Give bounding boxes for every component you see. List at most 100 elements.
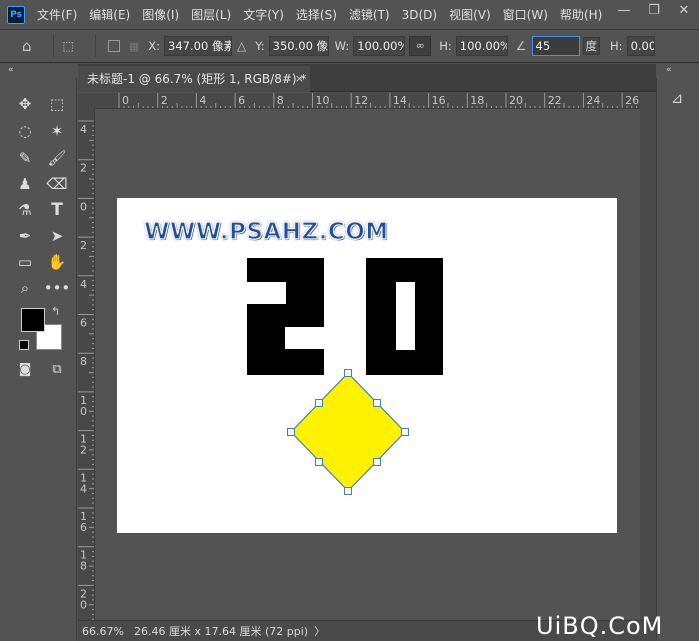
eyedropper-icon[interactable]: ✎: [10, 146, 40, 170]
close-button[interactable]: ✕: [669, 0, 699, 24]
pen-icon[interactable]: ✒: [10, 224, 40, 248]
options-bar: ⌂ ⬚ ▦ X: 347.00 像素 △ Y: 350.00 像素 W: 100…: [0, 30, 699, 63]
collapse-right-panel-icon[interactable]: «: [666, 64, 672, 78]
ruler-tick-label: 6: [80, 521, 87, 534]
menu-filter[interactable]: 滤镜(T): [343, 6, 396, 23]
h-skew-label: H:: [610, 39, 623, 53]
properties-icon[interactable]: ⊿: [667, 88, 687, 108]
transform-handle[interactable]: [344, 487, 352, 495]
ruler-tick-label: 6: [238, 94, 245, 107]
transform-handle[interactable]: [373, 399, 381, 407]
horizontal-ruler[interactable]: 0 2 4 6 8 10 12 14 16 18 20 22 24 26: [95, 93, 640, 109]
transform-handle[interactable]: [373, 458, 381, 466]
ruler-tick-label: 2: [80, 239, 87, 252]
quick-mask-icon[interactable]: ◙: [10, 358, 40, 382]
brush-icon[interactable]: 🖌: [42, 146, 72, 170]
ruler-tick-label: 2: [161, 94, 168, 107]
ruler-tick-label: 4: [80, 123, 87, 136]
ruler-tick-label: 4: [199, 94, 206, 107]
angle-unit-label: 度: [582, 37, 601, 55]
reference-point-checkbox[interactable]: [107, 40, 120, 52]
menu-file[interactable]: 文件(F): [31, 6, 83, 23]
move-icon[interactable]: ✥: [10, 92, 40, 116]
ruler-tick-label: 10: [316, 94, 330, 107]
foreground-color-swatch[interactable]: [21, 308, 45, 332]
photoshop-logo-icon[interactable]: Ps: [7, 5, 25, 24]
rotated-rectangle-layer[interactable]: [280, 365, 416, 501]
watermark-text: WWW.PSAHZ.COM: [143, 218, 389, 245]
transform-handle[interactable]: [315, 399, 323, 407]
h-skew-input[interactable]: 0.00: [626, 36, 655, 56]
ruler-tick-label: 6: [80, 317, 87, 330]
divider: [94, 35, 96, 57]
zoom-icon[interactable]: ⌕: [10, 276, 40, 300]
type-icon[interactable]: T: [42, 198, 72, 222]
ruler-origin[interactable]: [78, 93, 95, 109]
vertical-scrollbar[interactable]: [640, 93, 656, 620]
path-select-icon[interactable]: ➤: [42, 224, 72, 248]
document-tab[interactable]: 未标题-1 @ 66.7% (矩形 1, RGB/8#) * ×: [78, 66, 310, 92]
menu-help[interactable]: 帮助(H): [554, 6, 608, 23]
ruler-tick-label: 0: [80, 200, 87, 213]
status-menu-arrow[interactable]: 〉: [314, 623, 325, 639]
divider: [52, 35, 54, 57]
transform-handle[interactable]: [344, 369, 352, 377]
more-icon[interactable]: •••: [42, 276, 72, 300]
y-position-input[interactable]: 350.00 像素: [268, 36, 329, 56]
menu-edit[interactable]: 编辑(E): [83, 6, 136, 23]
menu-window[interactable]: 窗口(W): [497, 6, 554, 23]
ruler-tick-label: 18: [470, 94, 484, 107]
rotation-angle-input[interactable]: 45: [531, 36, 580, 56]
menu-view[interactable]: 视图(V): [443, 6, 497, 23]
ruler-tick-label: 4: [80, 482, 87, 495]
menu-3d[interactable]: 3D(D): [396, 8, 443, 22]
digit-zero-cut: [396, 282, 415, 350]
digit-two-cut-top: [247, 282, 286, 304]
transform-icon[interactable]: ⬚: [63, 39, 74, 53]
ruler-tick-label: 4: [80, 278, 87, 291]
screen-mode-icon[interactable]: ⧉: [42, 358, 72, 382]
width-input[interactable]: 100.00%: [353, 36, 406, 56]
transform-handle[interactable]: [315, 458, 323, 466]
stamp-icon[interactable]: ♟: [10, 172, 40, 196]
ruler-tick-label: 0: [122, 94, 129, 107]
rectangle-icon[interactable]: ▭: [10, 250, 40, 274]
marquee-icon[interactable]: ⬚: [42, 92, 72, 116]
document-title: 未标题-1 @ 66.7% (矩形 1, RGB/8#) *: [87, 72, 307, 86]
ruler-tick-label: 8: [80, 560, 87, 573]
y-label: Y:: [255, 39, 265, 53]
magic-wand-icon[interactable]: ✶: [42, 119, 72, 143]
vertical-ruler[interactable]: 4202468101214161820: [78, 109, 95, 620]
ruler-tick-label: 26: [625, 94, 639, 107]
window-controls: — ❐ ✕: [609, 0, 699, 24]
menu-image[interactable]: 图像(I): [136, 6, 185, 23]
minimize-button[interactable]: —: [609, 0, 639, 24]
ruler-tick-label: 16: [432, 94, 446, 107]
ruler-tick-label: 2: [80, 162, 87, 175]
transform-handle[interactable]: [401, 428, 409, 436]
zoom-level[interactable]: 66.67%: [82, 625, 130, 638]
home-icon[interactable]: ⌂: [22, 37, 32, 55]
menu-select[interactable]: 选择(S): [290, 6, 343, 23]
h-label: H:: [439, 39, 452, 53]
delta-icon[interactable]: △: [237, 39, 246, 53]
collapse-left-panel-icon[interactable]: «: [8, 64, 14, 78]
history-brush-icon[interactable]: ⚗: [10, 198, 40, 222]
default-colors-icon[interactable]: [19, 340, 29, 350]
hand-icon[interactable]: ✋: [42, 250, 72, 274]
swap-colors-icon[interactable]: ↰: [51, 305, 60, 318]
ruler-tick-label: 14: [393, 94, 407, 107]
link-icon[interactable]: ∞: [409, 36, 432, 56]
restore-button[interactable]: ❐: [639, 0, 669, 24]
menu-layer[interactable]: 图层(L): [185, 6, 237, 23]
eraser-icon[interactable]: ⌫: [42, 172, 72, 196]
x-position-input[interactable]: 347.00 像素: [164, 36, 233, 56]
angle-icon: ∠: [515, 39, 527, 53]
close-tab-icon[interactable]: ×: [295, 66, 304, 92]
tools-panel: ✥ ⬚ ◌ ✶ ✎ 🖌 ♟ ⌫ ⚗ T ✒ ➤ ▭ ✋ ⌕ ••• ↰ ◙ ⧉: [0, 78, 77, 641]
menu-type[interactable]: 文字(Y): [237, 6, 290, 23]
transform-handle[interactable]: [287, 428, 295, 436]
lasso-icon[interactable]: ◌: [10, 119, 40, 143]
digit-two-shape[interactable]: [247, 258, 324, 375]
height-input[interactable]: 100.00%: [455, 36, 508, 56]
